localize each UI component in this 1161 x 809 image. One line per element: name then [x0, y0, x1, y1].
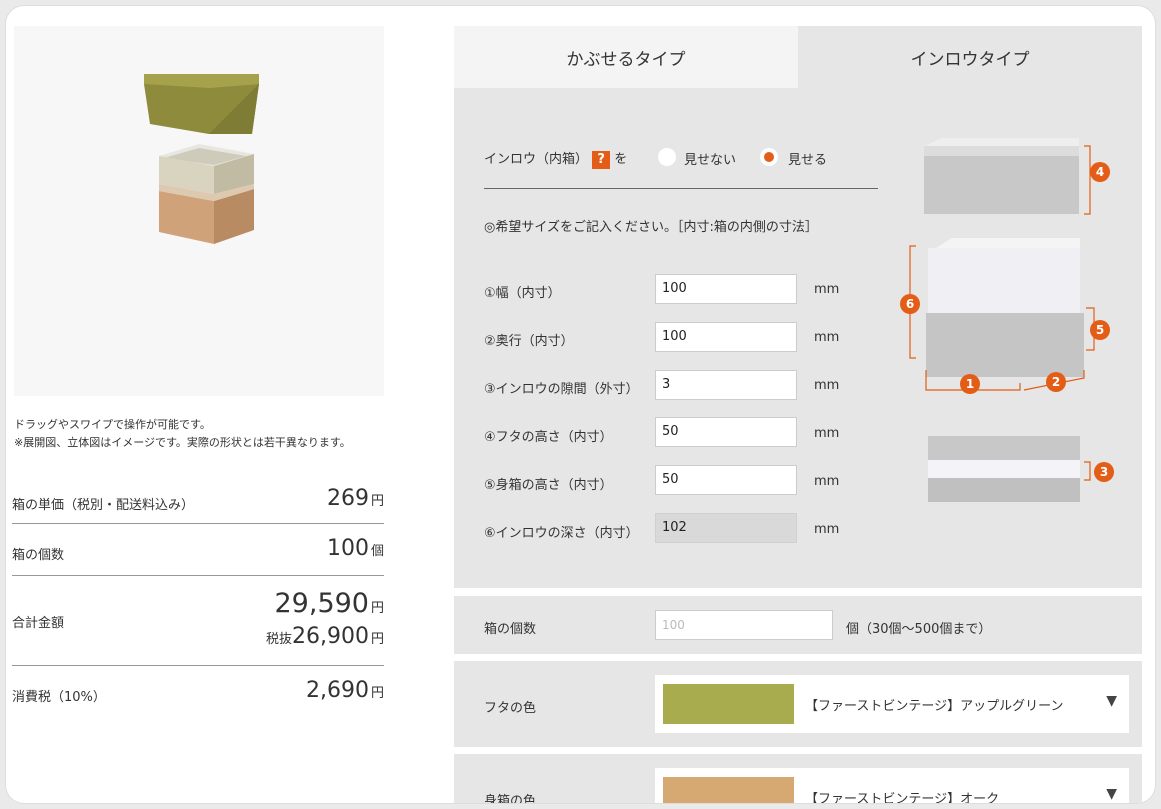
body-height-input[interactable]: 50 [655, 465, 797, 495]
body-color-row: 身箱の色 【ファーストビンテージ】オーク ▼ [454, 754, 1142, 803]
dim-unit: mm [814, 522, 840, 537]
dim-unit: mm [814, 474, 840, 489]
dim-label-width: ①幅（内寸） [484, 286, 561, 301]
count-row: 箱の個数 100 個 [12, 524, 384, 576]
lid-height-input[interactable]: 50 [655, 417, 797, 447]
chevron-down-icon: ▼ [1106, 786, 1117, 802]
diagram-badge-2: 2 [1046, 372, 1066, 392]
box-type-tabs: かぶせるタイプ インロウタイプ [454, 26, 1142, 88]
diagram-badge-1: 1 [960, 374, 980, 394]
dim-label-lid-height: ④フタの高さ（内寸） [484, 430, 613, 445]
dim-label-gap: ③インロウの隙間（外寸） [484, 382, 639, 397]
radio-hide[interactable] [658, 148, 676, 166]
lid-color-swatch [663, 684, 794, 724]
app-frame: ドラッグやスワイプで操作が可能です。 ※展開図、立体図はイメージです。実際の形状… [6, 6, 1155, 803]
diagram-badge-5: 5 [1090, 320, 1110, 340]
body-color-select[interactable]: 【ファーストビンテージ】オーク ▼ [655, 768, 1129, 803]
lid-color-value: 【ファーストビンテージ】アップルグリーン [805, 699, 1064, 714]
tax-label: 消費税（10%） [12, 690, 106, 705]
radio-show[interactable] [760, 148, 778, 166]
lid-color-row: フタの色 【ファーストビンテージ】アップルグリーン ▼ [454, 661, 1142, 747]
divider [484, 188, 878, 189]
body-color-swatch [663, 777, 794, 803]
quantity-hint: 個（30個〜500個まで） [846, 622, 992, 637]
unit-price-row: 箱の単価（税別・配送料込み） 269 円 [12, 476, 384, 524]
unit-price-label: 箱の単価（税別・配送料込み） [12, 498, 195, 513]
lid-color-select[interactable]: 【ファーストビンテージ】アップルグリーン ▼ [655, 675, 1129, 733]
body-color-value: 【ファーストビンテージ】オーク [805, 792, 1000, 803]
tab-kabuseru[interactable]: かぶせるタイプ [454, 26, 798, 88]
diagram-badge-4: 4 [1090, 162, 1110, 182]
tab-inrou[interactable]: インロウタイプ [798, 26, 1142, 88]
dim-label-body-height: ⑤身箱の高さ（内寸） [484, 478, 613, 493]
dim-unit: mm [814, 330, 840, 345]
width-input[interactable]: 100 [655, 274, 797, 304]
size-panel: インロウ（内箱） ? を 見せない 見せる ◎希望サイズをご記入ください。［内寸… [454, 88, 1142, 588]
body-color-label: 身箱の色 [484, 794, 537, 803]
help-icon[interactable]: ? [592, 150, 611, 169]
inner-box-option: インロウ（内箱） ? を [484, 148, 627, 169]
preview-note-drag: ドラッグやスワイプで操作が可能です。 [14, 418, 211, 431]
dim-label-depth: ②奥行（内寸） [484, 334, 574, 349]
count-label: 箱の個数 [12, 548, 65, 563]
total-row: 合計金額 29,590 円 税抜26,900 円 [12, 576, 384, 666]
dim-unit: mm [814, 282, 840, 297]
radio-show-label[interactable]: 見せる [788, 149, 827, 168]
gap-input[interactable]: 3 [655, 370, 797, 400]
dim-unit: mm [814, 378, 840, 393]
tax-row: 消費税（10%） 2,690 円 [12, 666, 384, 714]
quantity-row: 箱の個数 100 個（30個〜500個まで） [454, 596, 1142, 654]
total-value: 29,590 円 [274, 588, 385, 619]
total-label: 合計金額 [12, 616, 65, 631]
lid-color-label: フタの色 [484, 701, 537, 716]
box-3d-model [144, 74, 259, 244]
tax-value: 2,690 円 [306, 678, 384, 703]
quantity-label: 箱の個数 [484, 622, 537, 637]
dim-unit: mm [814, 426, 840, 441]
radio-hide-label[interactable]: 見せない [684, 149, 736, 168]
inner-box-suffix: を [614, 152, 628, 167]
quantity-input[interactable]: 100 [655, 610, 833, 640]
unit-price-value: 269 円 [326, 486, 384, 511]
inner-depth-readonly: 102 [655, 513, 797, 543]
diagram-badge-6: 6 [900, 294, 920, 314]
diagram-badge-3: 3 [1094, 462, 1114, 482]
inner-box-label: インロウ（内箱） [484, 152, 589, 167]
size-note: ◎希望サイズをご記入ください。［内寸:箱の内側の寸法］ [484, 220, 818, 235]
total-ex-tax-value: 税抜26,900 円 [265, 624, 384, 649]
dim-label-inner-depth: ⑥インロウの深さ（内寸） [484, 526, 639, 541]
preview-note-disclaimer: ※展開図、立体図はイメージです。実際の形状とは若干異なります。 [14, 436, 351, 449]
chevron-down-icon: ▼ [1106, 693, 1117, 709]
box-3d-preview[interactable] [14, 26, 384, 396]
count-value: 100 個 [326, 536, 384, 561]
depth-input[interactable]: 100 [655, 322, 797, 352]
